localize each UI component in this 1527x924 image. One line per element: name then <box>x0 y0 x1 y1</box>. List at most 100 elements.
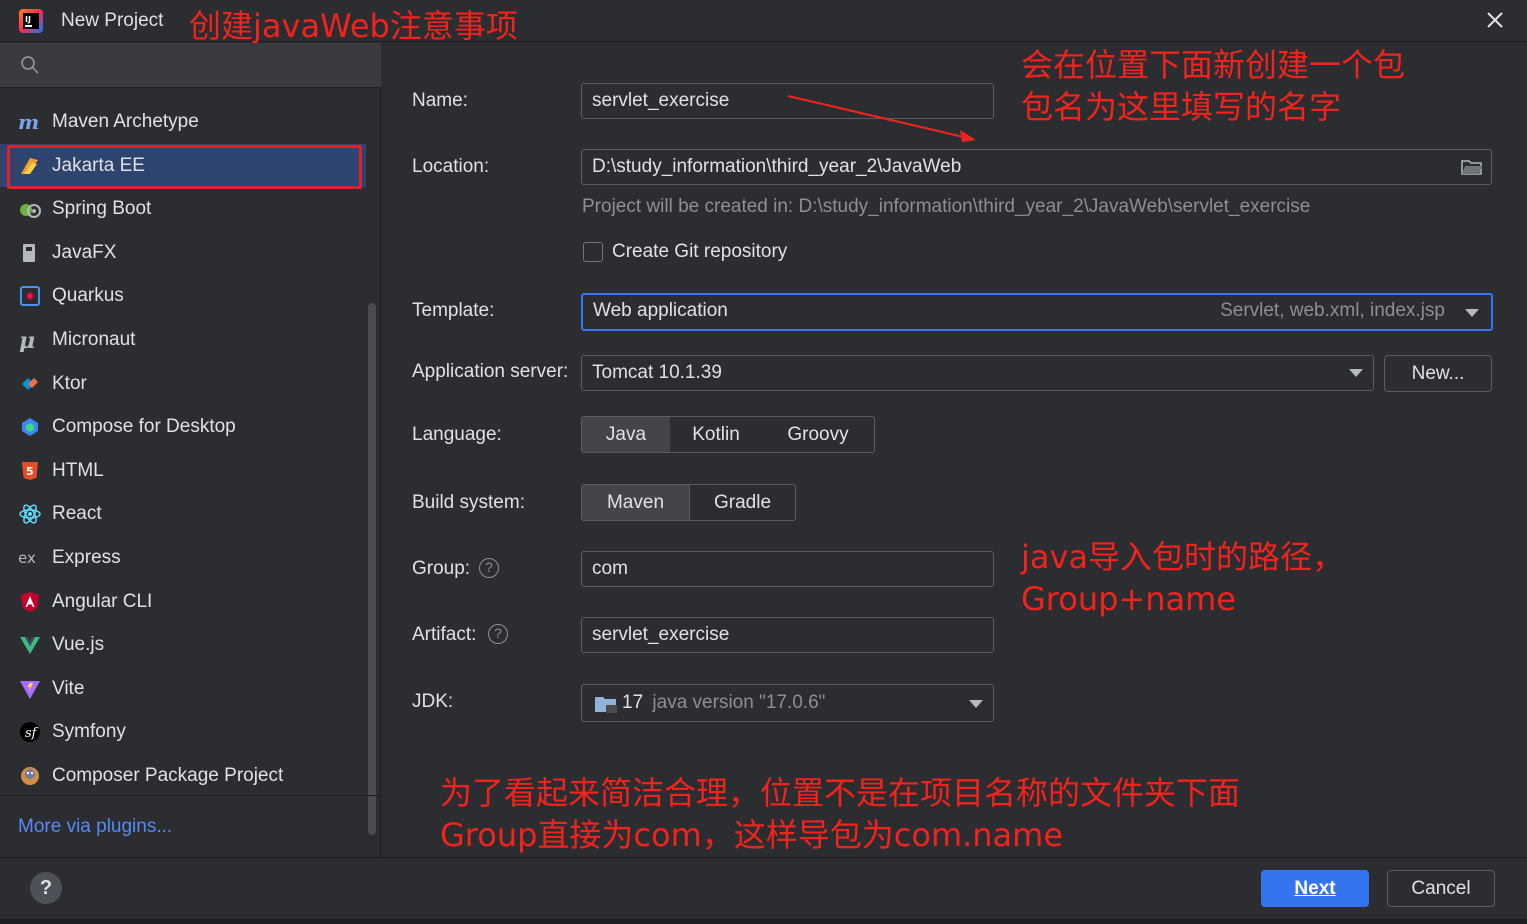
generator-item-jakarta-ee[interactable]: Jakarta EE <box>0 143 366 188</box>
window-title: New Project <box>61 10 164 31</box>
chevron-down-icon <box>969 700 983 708</box>
micronaut-icon: μ <box>19 328 35 352</box>
create-git-checkbox[interactable] <box>583 242 603 262</box>
help-button[interactable]: ? <box>30 872 62 904</box>
group-field[interactable]: com <box>581 551 994 587</box>
build-option-maven[interactable]: Maven <box>582 485 690 520</box>
language-option-kotlin[interactable]: Kotlin <box>670 417 762 452</box>
template-dropdown[interactable]: Web application Servlet, web.xml, index.… <box>581 293 1493 331</box>
language-selector: Java Kotlin Groovy <box>581 416 875 453</box>
generator-item-compose[interactable]: Compose for Desktop <box>0 405 366 449</box>
annotation-group-note-1: java导入包时的路径， <box>1021 538 1345 576</box>
svg-text:μ: μ <box>19 328 35 352</box>
jdk-version: 17 <box>622 692 644 713</box>
annotation-arrow-icon <box>787 95 976 142</box>
close-icon[interactable] <box>1483 8 1507 32</box>
template-value: Web application <box>593 300 728 321</box>
jdk-folder-icon <box>595 697 617 713</box>
generator-item-label: Composer Package Project <box>52 764 284 786</box>
generator-item-vite[interactable]: Vite <box>0 667 366 711</box>
generator-item-javafx[interactable]: JavaFX <box>0 231 366 275</box>
location-hint: Project will be created in: D:\study_inf… <box>582 196 1311 217</box>
template-label: Template: <box>412 300 495 321</box>
svg-text:IJ: IJ <box>25 15 31 24</box>
ktor-icon <box>22 377 38 390</box>
group-help-icon[interactable]: ? <box>479 558 499 578</box>
generator-item-label: Micronaut <box>52 328 136 350</box>
generator-item-label: Vue.js <box>52 634 105 656</box>
intellij-logo-icon: IJ <box>19 9 43 33</box>
compose-icon <box>22 418 38 437</box>
generator-item-ktor[interactable]: Ktor <box>0 362 366 406</box>
search-icon <box>21 56 39 74</box>
generator-item-label: Spring Boot <box>52 198 152 220</box>
generator-item-composer[interactable]: Composer Package Project <box>0 754 366 798</box>
generator-item-label: Ktor <box>52 372 87 394</box>
generator-item-vue[interactable]: Vue.js <box>0 623 366 667</box>
quarkus-icon <box>20 286 40 307</box>
jdk-detail: java version "17.0.6" <box>652 692 826 713</box>
app-server-dropdown[interactable]: Tomcat 10.1.39 <box>581 355 1374 391</box>
svg-text:m: m <box>18 110 39 134</box>
generator-search-input[interactable] <box>0 43 381 88</box>
vue-icon <box>20 637 40 655</box>
browse-folder-icon[interactable] <box>1461 158 1483 176</box>
generator-item-label: Compose for Desktop <box>52 416 236 438</box>
generator-item-label: React <box>52 503 102 525</box>
generator-item-label: Quarkus <box>52 285 124 307</box>
location-value: D:\study_information\third_year_2\JavaWe… <box>592 156 962 177</box>
chevron-down-icon <box>1465 309 1479 317</box>
generator-sidebar: m Maven Archetype Jakarta EE Spring Boot Jav… <box>0 43 381 857</box>
jdk-label: JDK: <box>412 691 454 712</box>
artifact-field[interactable]: servlet_exercise <box>581 617 994 653</box>
generator-item-label: Maven Archetype <box>52 111 199 132</box>
location-field[interactable]: D:\study_information\third_year_2\JavaWe… <box>581 149 1492 185</box>
new-server-button[interactable]: New... <box>1384 355 1492 392</box>
vite-icon <box>20 680 40 699</box>
generator-item-symfony[interactable]: sf Symfony <box>0 710 366 754</box>
html5-icon: 5 <box>22 461 38 480</box>
annotation-name-note-2: 包名为这里填写的名字 <box>1021 88 1342 126</box>
generator-item-micronaut[interactable]: μ Micronaut <box>0 318 366 362</box>
create-git-label[interactable]: Create Git repository <box>612 241 787 263</box>
chevron-down-icon <box>1349 369 1363 377</box>
spring-boot-icon <box>20 204 41 219</box>
angular-icon <box>21 591 39 612</box>
generator-item-express[interactable]: ex Express <box>0 536 366 580</box>
app-server-label: Application server: <box>412 361 569 382</box>
next-button[interactable]: Next <box>1261 870 1369 907</box>
symfony-icon: sf <box>20 722 40 743</box>
language-option-java[interactable]: Java <box>582 417 670 452</box>
react-icon <box>19 504 41 524</box>
express-icon: ex <box>18 549 36 567</box>
generator-item-angular[interactable]: Angular CLI <box>0 580 366 624</box>
generator-item-spring-boot[interactable]: Spring Boot <box>0 187 366 231</box>
maven-icon: m <box>18 110 39 134</box>
annotation-bottom-note-2: Group直接为com，这样导包为com.name <box>440 816 1064 854</box>
javafx-icon <box>23 243 35 262</box>
generator-item-html5[interactable]: 5 HTML <box>0 449 366 493</box>
language-label: Language: <box>412 424 502 445</box>
cancel-button[interactable]: Cancel <box>1387 870 1495 907</box>
sidebar-scrollbar[interactable] <box>368 303 376 835</box>
project-settings-form: Name: servlet_exercise Location: D:\stud… <box>382 43 1520 857</box>
generator-item-label: Symfony <box>52 721 126 743</box>
artifact-help-icon[interactable]: ? <box>488 624 508 644</box>
language-option-groovy[interactable]: Groovy <box>762 417 874 452</box>
group-label: Group: <box>412 558 471 579</box>
annotation-bottom-note-1: 为了看起来简洁合理，位置不是在项目名称的文件夹下面 <box>440 774 1241 812</box>
composer-icon <box>21 766 39 785</box>
build-system-label: Build system: <box>412 492 525 513</box>
app-server-value: Tomcat 10.1.39 <box>592 362 722 383</box>
jdk-dropdown[interactable]: 17 java version "17.0.6" <box>581 684 994 722</box>
artifact-label: Artifact: <box>412 624 477 645</box>
generator-item-react[interactable]: React <box>0 492 366 536</box>
svg-text:ex: ex <box>18 549 36 567</box>
generator-item-label: JavaFX <box>52 241 117 263</box>
build-option-gradle[interactable]: Gradle <box>690 485 795 520</box>
annotation-group-note-2: Group+name <box>1021 580 1236 618</box>
sidebar-divider <box>0 795 381 796</box>
more-plugins-link[interactable]: More via plugins... <box>18 816 172 838</box>
generator-item-quarkus[interactable]: Quarkus <box>0 274 366 318</box>
generator-item-maven[interactable]: m Maven Archetype <box>0 100 366 144</box>
